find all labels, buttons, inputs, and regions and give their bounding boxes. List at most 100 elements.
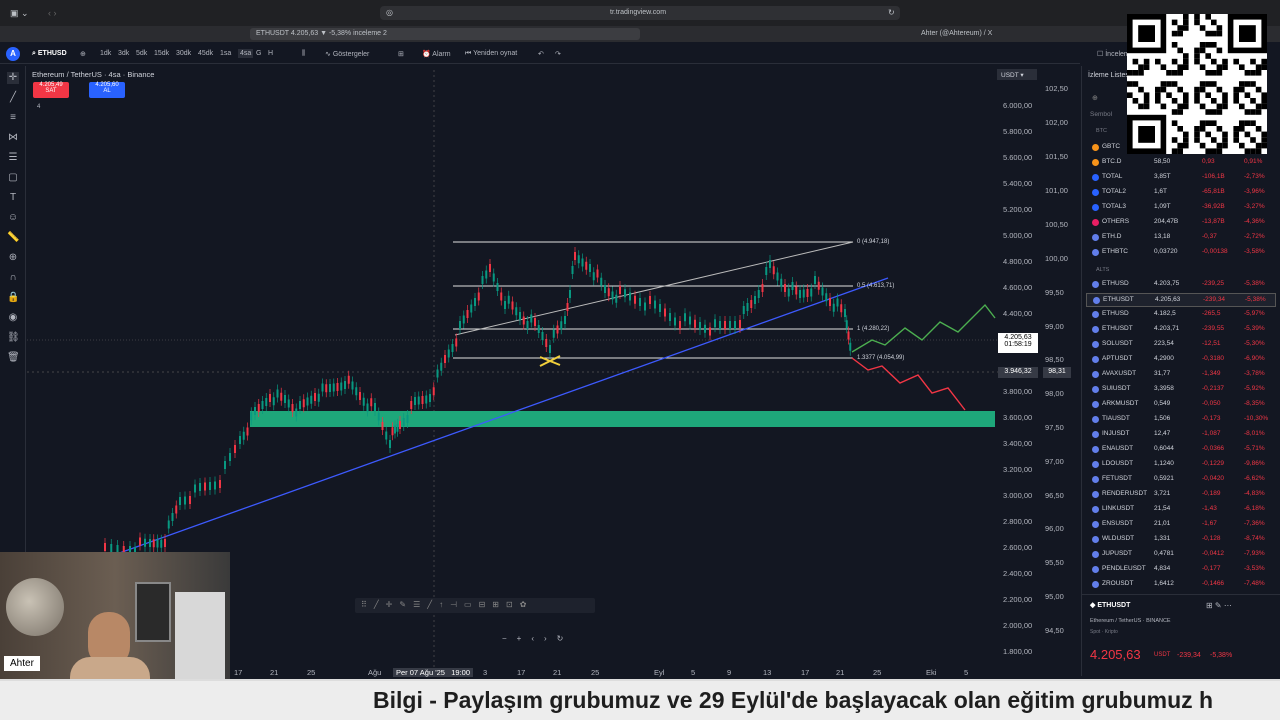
qr-module [1143,103,1150,110]
shape-icon[interactable]: ▢ [7,172,19,184]
watchlist-row[interactable]: TOTAL3 1,09T -36,92B -3,27% [1086,201,1276,215]
watchlist-row[interactable]: ENAUSDT 0,6044 -0,0366 -5,71% [1086,443,1276,457]
ruler-icon[interactable]: 📏 [7,232,19,244]
tab-tradingview[interactable]: ETHUSDT 4.205,63 ▼ -5,38% inceleme 2 [250,28,640,40]
zoom-icon[interactable]: ⊕ [7,252,19,264]
watchlist-row[interactable]: INJUSDT 12,47 -1,087 -8,01% [1086,428,1276,442]
qr-module [1244,120,1251,126]
interval-30dk[interactable]: 30dk [176,50,191,57]
watchlist-row[interactable]: ZROUSDT 1,6412 -0,1466 -7,48% [1086,578,1276,592]
candle-body [714,319,716,328]
trendline-icon[interactable]: ╱ [7,92,19,104]
user-avatar-icon[interactable]: A [6,47,20,61]
candle-body [845,320,848,329]
interval-5dk[interactable]: 5dk [136,50,147,57]
back-forward-icon[interactable]: ‹ › [48,8,57,18]
candle-body [295,408,298,417]
candle-body [750,300,753,308]
chart-type-icon[interactable]: ⫼ [302,50,305,58]
watchlist-row[interactable]: APTUSDT 4,2900 -0,3180 -6,90% [1086,353,1276,367]
watchlist-row[interactable]: ETHUSD 4.182,5 -265,5 -5,97% [1086,308,1276,322]
watchlist-chg: -0,37 [1202,233,1217,240]
trash-icon[interactable]: 🗑 [7,352,20,364]
tab-x[interactable]: Ahter (@Ahtereum) / X [915,28,1115,40]
redo-icon[interactable]: ↷ [555,50,561,58]
qr-module [1216,148,1223,154]
replay-button[interactable]: ⏮ Yeniden oynat [465,50,517,58]
interval-4sa[interactable]: 4sa [238,49,254,58]
watchlist-row[interactable]: TOTAL 3,85T -106,1B -2,73% [1086,171,1276,185]
watchlist-row[interactable]: SOLUSDT 223,54 -12,51 -5,30% [1086,338,1276,352]
lock-icon[interactable]: 🔒 [7,292,19,304]
candle-body [152,539,155,548]
indicators-button[interactable]: ∿ Göstergeler [325,50,369,58]
watchlist-chg: -1,67 [1202,520,1217,527]
watchlist-row[interactable]: ETHUSDT 4.203,71 -239,55 -5,39% [1086,323,1276,337]
floating-drawing-toolbar[interactable]: ⠿╱✛✎☰╱↑⊣▭⊟⊞⊡✿ [355,598,595,613]
watchlist-row[interactable]: ARKMUSDT 0,549 -0,050 -8,35% [1086,398,1276,412]
alarm-button[interactable]: ⏰ Alarm [422,50,451,58]
symbol-search[interactable]: ⌕ ETHUSD [32,50,67,58]
text-icon[interactable]: T [7,192,19,204]
candle-body [810,288,813,297]
qr-module [1183,131,1189,138]
undo-icon[interactable]: ↶ [538,50,544,58]
qr-module [1160,64,1167,70]
watchlist-row[interactable]: TOTAL2 1,6T -65,81B -3,96% [1086,186,1276,200]
qr-module [1199,120,1206,126]
zoom-controls[interactable]: −+‹›↻ [502,634,614,646]
watchlist-row[interactable]: ETHBTC 0,03720 -0,00138 -3,58% [1086,246,1276,260]
watchlist-row[interactable]: AVAXUSDT 31,77 -1,349 -3,78% [1086,368,1276,382]
watchlist-row[interactable]: ETHUSDT 4.205,63 -239,34 -5,38% [1086,293,1276,307]
magnet-icon[interactable]: ∩ [7,272,19,284]
link-icon[interactable]: ⛓ [7,332,20,344]
watchlist-row[interactable]: WLDUSDT 1,331 -0,128 -8,74% [1086,533,1276,547]
reload-icon[interactable]: ↻ [888,8,895,17]
watchlist-row[interactable]: JUPUSDT 0,4781 -0,0412 -7,93% [1086,548,1276,562]
pattern-icon[interactable]: ⋈ [7,132,19,144]
watchlist-row[interactable]: ETHUSD 4.203,75 -239,25 -5,38% [1086,278,1276,292]
hide-icon[interactable]: ◉ [7,312,19,324]
address-bar[interactable]: ◎ tr.tradingview.com ↻ [380,6,900,20]
add-symbol-icon[interactable]: ⊕ [80,50,86,58]
candle-body [184,496,186,505]
interval-1sa[interactable]: 1sa [220,50,231,57]
sidebar-toggle-icon[interactable]: ▣ ⌄ [10,8,29,19]
interval-1dk[interactable]: 1dk [100,50,111,57]
interval-G[interactable]: G [256,50,261,57]
qr-module [1233,126,1239,132]
watchlist-row[interactable]: TIAUSDT 1,506 -0,173 -10,30% [1086,413,1276,427]
interval-H[interactable]: H [268,50,273,57]
qr-module [1216,64,1223,70]
watchlist-row[interactable]: SUIUSDT 3,3958 -0,2137 -5,92% [1086,383,1276,397]
watchlist-row[interactable]: PENDLEUSDT 4,834 -0,177 -3,53% [1086,563,1276,577]
qr-module [1205,14,1211,20]
watchlist-row[interactable]: BTC.D 58,50 0,93 0,91% [1086,156,1276,170]
projection-icon[interactable]: ☰ [7,152,19,164]
fib-icon[interactable]: ≡ [7,112,19,124]
candle-body [600,277,603,286]
details-symbol[interactable]: ◆ ETHUSDT [1090,601,1130,609]
qr-module [1177,70,1183,76]
watchlist-row[interactable]: RENDERUSDT 3,721 -0,189 -4,83% [1086,488,1276,502]
coin-icon [1092,521,1099,528]
watchlist-row[interactable]: LDOUSDT 1,1240 -0,1229 -9,86% [1086,458,1276,472]
watchlist-row[interactable]: FETUSDT 0,5921 -0,0420 -6,62% [1086,473,1276,487]
add-icon[interactable]: ⊕ [1092,94,1098,102]
candle-body [250,412,253,421]
interval-45dk[interactable]: 45dk [198,50,213,57]
candle-body [394,425,396,434]
layouts-icon[interactable]: ⊞ [398,50,404,58]
details-actions[interactable]: ⊞ ✎ ⋯ [1206,601,1232,610]
ratio-tick: 95,00 [1045,592,1064,601]
candle-body [432,387,435,396]
watchlist-row[interactable]: ENSUSDT 21,01 -1,67 -7,36% [1086,518,1276,532]
crosshair-icon[interactable]: ✛ [7,72,19,84]
watchlist-row[interactable]: LINKUSDT 21,54 -1,43 -6,18% [1086,503,1276,517]
watchlist-row[interactable]: ETH.D 13,18 -0,37 -2,72% [1086,231,1276,245]
icons-icon[interactable]: ☺ [7,212,19,224]
interval-15dk[interactable]: 15dk [154,50,169,57]
watchlist-row[interactable]: OTHERS 204,47B -13,87B -4,36% [1086,216,1276,230]
qr-module [1177,109,1183,115]
interval-3dk[interactable]: 3dk [118,50,129,57]
